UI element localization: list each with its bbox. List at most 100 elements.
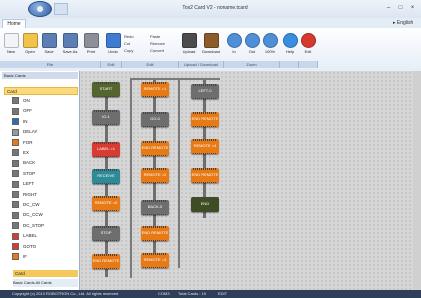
copy-button[interactable]: Copy	[124, 48, 133, 54]
palette-item-stop[interactable]: STOP	[12, 170, 76, 178]
card-end[interactable]: END	[191, 197, 219, 212]
zoom-out-button[interactable]: Out	[243, 31, 261, 61]
redo-button[interactable]: Redo	[124, 34, 134, 40]
palette-item-off[interactable]: OFF	[12, 107, 76, 115]
palette-item-goto[interactable]: GOTO	[12, 242, 76, 251]
card-remote[interactable]: REMOTE =0	[92, 196, 120, 211]
palette-item-left[interactable]: LEFT	[12, 180, 76, 188]
palette-item-label[interactable]: LABEL	[12, 232, 76, 240]
loop-line-left	[130, 78, 132, 278]
palette-item-right[interactable]: RIGHT	[12, 190, 76, 199]
status-mode: EDIT	[218, 291, 228, 296]
card-end-remote[interactable]: END REMOTE	[92, 254, 120, 269]
save-as-button[interactable]: Save As	[59, 31, 81, 61]
close-button[interactable]: ×	[408, 4, 417, 12]
palette-item-label: STOP	[23, 170, 36, 176]
group-upload-download: Upload / Download	[179, 61, 224, 68]
card-type-icon	[12, 97, 19, 105]
maximize-button[interactable]: □	[396, 4, 405, 12]
exit-button[interactable]: Exit	[299, 31, 317, 61]
zoom-in-icon	[226, 33, 242, 48]
card-remote[interactable]: REMOTE =1	[141, 82, 169, 97]
printer-icon	[83, 33, 99, 48]
group-exit	[299, 61, 318, 68]
palette-item-label: ON	[23, 98, 30, 103]
card-end-remote[interactable]: END REMOTE	[141, 226, 169, 241]
undo-button[interactable]: Undo	[104, 31, 122, 61]
palette-item-delay[interactable]: DELAY	[12, 128, 76, 136]
palette-item-label: DC_CW	[23, 202, 40, 207]
palette-item-if[interactable]: IF	[12, 253, 76, 261]
card-group-header[interactable]: Card	[4, 87, 78, 95]
palette-item-label: BACK	[23, 160, 36, 166]
palette-item-dc-cw[interactable]: DC_CW	[12, 201, 76, 209]
cut-button[interactable]: Cut	[124, 41, 130, 47]
group-zoom: Zoom	[224, 61, 280, 68]
palette-item-dc-ccw[interactable]: DC_CCW	[12, 211, 76, 219]
card-type-icon	[12, 180, 19, 188]
quick-access-toolbar[interactable]	[54, 3, 68, 15]
palette-item-label: FOR	[23, 139, 33, 145]
convert-button[interactable]: Convert	[150, 48, 164, 54]
zoom-reset-icon	[262, 33, 278, 48]
palette-item-for[interactable]: FOR	[12, 138, 76, 147]
palette-item-label: EX	[23, 150, 30, 155]
group-edit-undo: Edit	[101, 61, 122, 68]
card-left[interactable]: LEFT-0	[191, 84, 219, 99]
card-end-remote[interactable]: END REMOTE	[191, 112, 219, 127]
card-group-footer[interactable]: Card	[13, 270, 78, 277]
folder-icon	[22, 33, 38, 48]
paste-button[interactable]: Paste	[150, 34, 160, 40]
minimize-button[interactable]: –	[384, 4, 393, 12]
status-total-cards: Total Cards : 19	[178, 291, 207, 296]
zoom-100-button[interactable]: 100%	[261, 31, 279, 61]
palette-item-ex[interactable]: EX	[12, 149, 76, 157]
status-copyright: Copyright (c) 2013 ROBOTRON Co., Ltd. Al…	[12, 291, 120, 296]
card-remote[interactable]: REMOTE =4	[191, 139, 219, 154]
status-port: COM3	[158, 291, 170, 296]
card-type-icon	[12, 201, 19, 209]
card-start[interactable]: START	[92, 82, 120, 97]
new-button[interactable]: New	[2, 31, 20, 61]
card-remote[interactable]: REMOTE =3	[141, 253, 169, 268]
palette-item-label: GOTO	[23, 243, 37, 249]
loop-line-middle	[178, 78, 180, 268]
palette-header: Basic Cards	[2, 72, 78, 79]
vertical-scrollbar[interactable]	[413, 71, 421, 290]
card-receive[interactable]: RECEIVE	[92, 169, 120, 184]
palette-item-label: RIGHT	[23, 191, 37, 197]
card-type-icon	[12, 190, 19, 198]
palette-item-label: DELAY	[23, 129, 38, 135]
group-help	[280, 61, 299, 68]
palette-item-label: LABEL	[23, 233, 38, 239]
card-type-icon	[12, 159, 19, 167]
zoom-in-button[interactable]: In	[225, 31, 243, 61]
card-label[interactable]: LABEL =1	[92, 142, 120, 157]
card-remote[interactable]: REMOTE =2	[141, 168, 169, 183]
language-selector[interactable]: ▸ English	[393, 19, 421, 28]
card-type-icon	[12, 253, 19, 261]
palette-item-on[interactable]: ON	[12, 97, 76, 105]
card-go[interactable]: GO-0	[141, 112, 169, 127]
print-button[interactable]: Print	[82, 31, 100, 61]
card-back[interactable]: BACK-0	[141, 200, 169, 215]
download-button[interactable]: Download	[200, 31, 222, 61]
application-menu-button[interactable]	[28, 1, 52, 17]
palette-item-label: IF	[23, 254, 27, 259]
help-button[interactable]: Help	[281, 31, 299, 61]
palette-item-in[interactable]: IN	[12, 118, 76, 126]
palette-item-dc-stop[interactable]: DC_STOP	[12, 222, 76, 230]
open-button[interactable]: Open	[21, 31, 39, 61]
palette-item-back[interactable]: BACK	[12, 159, 76, 167]
card-end-remote[interactable]: END REMOTE	[141, 141, 169, 156]
card-io[interactable]: IO-1	[92, 110, 120, 125]
card-end-remote[interactable]: END REMOTE	[191, 168, 219, 183]
card-type-icon	[12, 149, 19, 157]
save-button[interactable]: Save	[40, 31, 58, 61]
palette-item-label: DC_CCW	[23, 212, 43, 218]
remove-button[interactable]: Remove	[150, 41, 165, 47]
card-stop[interactable]: STOP	[92, 226, 120, 241]
palette-item-label: IN	[23, 118, 28, 124]
upload-button[interactable]: Upload	[180, 31, 198, 61]
palette-tabs[interactable]: Basic Cards All Cards	[13, 279, 78, 287]
